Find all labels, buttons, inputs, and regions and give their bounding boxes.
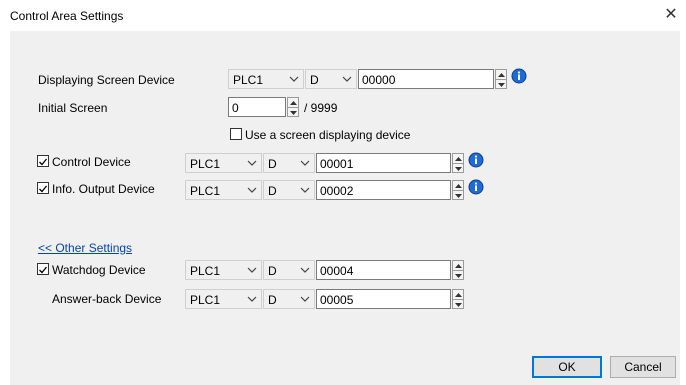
spin-down-icon[interactable] [453, 164, 463, 173]
control-device-address-input[interactable]: 00001 [316, 153, 451, 173]
chevron-down-icon [247, 296, 257, 302]
info-output-plc-value: PLC1 [190, 184, 221, 198]
spin-up-icon[interactable] [453, 181, 463, 191]
info-output-device-label: Info. Output Device [52, 182, 155, 196]
info-output-address-input[interactable]: 00002 [316, 180, 451, 200]
answer-back-address-value: 00005 [320, 293, 354, 307]
info-output-type-select[interactable]: D [263, 180, 315, 200]
watchdog-plc-value: PLC1 [190, 264, 221, 278]
answer-back-plc-select[interactable]: PLC1 [185, 289, 262, 309]
spin-down-icon[interactable] [496, 80, 506, 89]
watchdog-device-label: Watchdog Device [52, 263, 146, 277]
control-device-plc-select[interactable]: PLC1 [185, 153, 262, 173]
initial-screen-input[interactable]: 0 [228, 97, 286, 117]
initial-screen-max-label: / 9999 [304, 101, 338, 115]
displaying-screen-device-label: Displaying Screen Device [38, 73, 175, 87]
info-icon[interactable] [468, 179, 484, 195]
answer-back-type-select[interactable]: D [263, 289, 315, 309]
spin-up-icon[interactable] [288, 98, 298, 108]
spin-up-icon[interactable] [453, 261, 463, 271]
answer-back-device-label: Answer-back Device [52, 292, 162, 306]
control-device-checkbox[interactable] [37, 155, 49, 167]
initial-screen-value: 0 [232, 101, 239, 115]
use-screen-displaying-checkbox[interactable] [230, 128, 242, 140]
check-icon [39, 185, 48, 193]
spin-up-icon[interactable] [496, 70, 506, 80]
spin-down-icon[interactable] [453, 300, 463, 309]
control-device-label: Control Device [52, 155, 131, 169]
spin-down-icon[interactable] [453, 271, 463, 280]
info-output-plc-select[interactable]: PLC1 [185, 180, 262, 200]
chevron-down-icon [247, 187, 257, 193]
info-output-device-checkbox[interactable] [37, 182, 49, 194]
info-icon[interactable] [468, 152, 484, 168]
chevron-down-icon [300, 187, 310, 193]
displaying-screen-device-select[interactable]: D [305, 69, 357, 89]
control-device-plc-value: PLC1 [190, 157, 221, 171]
watchdog-address-value: 00004 [320, 264, 354, 278]
watchdog-address-spinner[interactable] [452, 260, 464, 280]
check-icon [39, 158, 48, 166]
watchdog-address-input[interactable]: 00004 [316, 260, 451, 280]
info-output-address-value: 00002 [320, 184, 354, 198]
answer-back-address-spinner[interactable] [452, 289, 464, 309]
close-icon[interactable]: ✕ [662, 6, 680, 24]
chevron-down-icon [342, 76, 352, 82]
watchdog-type-select[interactable]: D [263, 260, 315, 280]
ok-button[interactable]: OK [532, 356, 602, 378]
chevron-down-icon [247, 160, 257, 166]
info-output-type-value: D [268, 184, 277, 198]
title-bar: Control Area Settings ✕ [0, 0, 686, 30]
answer-back-address-input[interactable]: 00005 [316, 289, 451, 309]
watchdog-plc-select[interactable]: PLC1 [185, 260, 262, 280]
info-output-address-spinner[interactable] [452, 180, 464, 200]
spin-up-icon[interactable] [453, 290, 463, 300]
displaying-screen-device-value: D [310, 73, 319, 87]
watchdog-type-value: D [268, 264, 277, 278]
spin-up-icon[interactable] [453, 154, 463, 164]
spin-down-icon[interactable] [453, 191, 463, 200]
other-settings-link[interactable]: << Other Settings [38, 241, 132, 255]
displaying-screen-address-input[interactable]: 00000 [358, 69, 494, 89]
check-icon [39, 266, 48, 274]
chevron-down-icon [300, 160, 310, 166]
control-device-type-value: D [268, 157, 277, 171]
window-title: Control Area Settings [10, 9, 124, 23]
displaying-screen-plc-select[interactable]: PLC1 [228, 69, 304, 89]
control-device-type-select[interactable]: D [263, 153, 315, 173]
control-device-address-value: 00001 [320, 157, 354, 171]
displaying-screen-address-value: 00000 [362, 73, 396, 87]
displaying-screen-plc-value: PLC1 [233, 73, 264, 87]
use-screen-displaying-label: Use a screen displaying device [245, 128, 411, 142]
chevron-down-icon [300, 267, 310, 273]
info-icon[interactable] [511, 68, 527, 84]
displaying-screen-address-spinner[interactable] [495, 69, 507, 89]
chevron-down-icon [247, 267, 257, 273]
initial-screen-label: Initial Screen [38, 101, 108, 115]
control-device-address-spinner[interactable] [452, 153, 464, 173]
answer-back-plc-value: PLC1 [190, 293, 221, 307]
spin-down-icon[interactable] [288, 108, 298, 117]
initial-screen-spinner[interactable] [287, 97, 299, 117]
chevron-down-icon [300, 296, 310, 302]
chevron-down-icon [289, 76, 299, 82]
cancel-button[interactable]: Cancel [610, 356, 676, 378]
answer-back-type-value: D [268, 293, 277, 307]
watchdog-device-checkbox[interactable] [37, 263, 49, 275]
